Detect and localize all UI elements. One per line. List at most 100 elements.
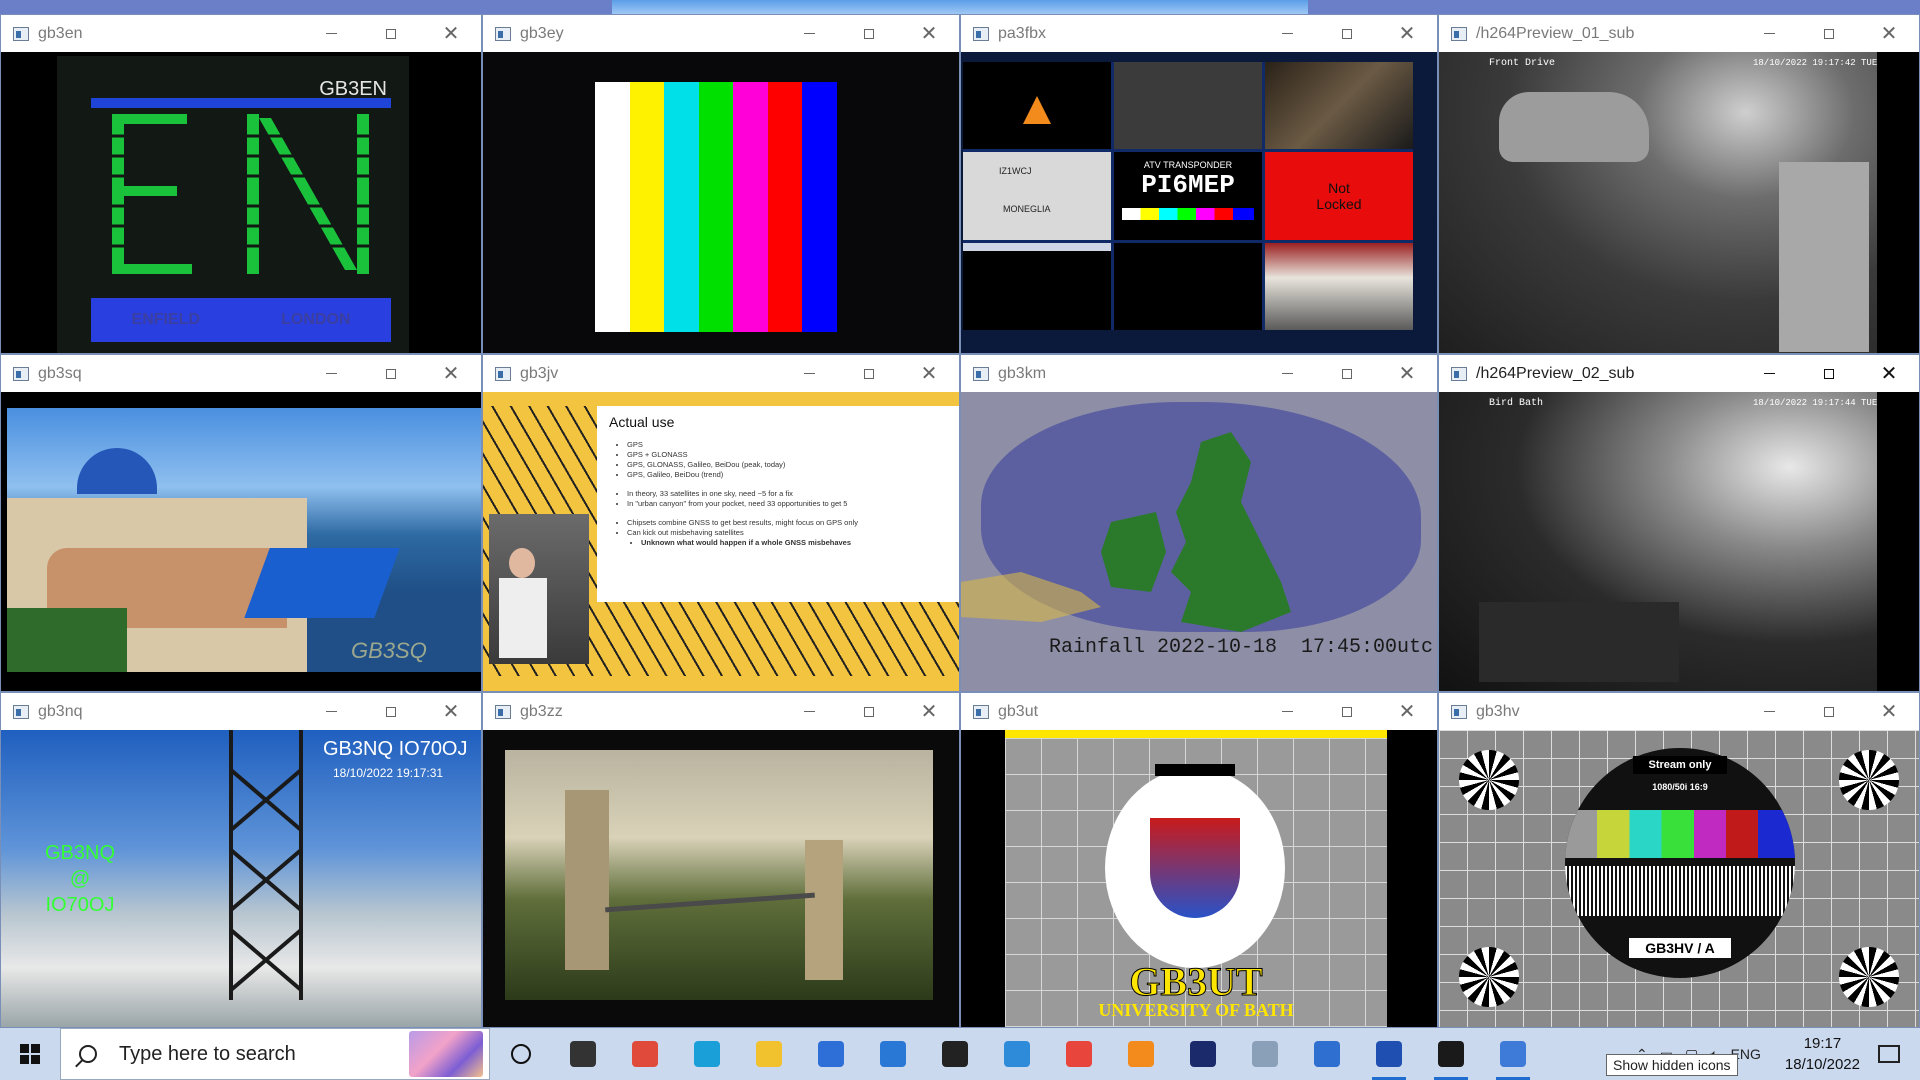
title-bar[interactable]: gb3sq ✕ xyxy=(1,355,481,392)
maximize-button[interactable] xyxy=(839,355,899,392)
title-bar[interactable]: /h264Preview_01_sub ✕ xyxy=(1439,15,1919,52)
taskbar-app-task-view[interactable] xyxy=(552,1028,614,1080)
taskbar-app-ndi[interactable] xyxy=(1172,1028,1234,1080)
close-button[interactable]: ✕ xyxy=(1377,355,1437,392)
maximize-button[interactable] xyxy=(1799,355,1859,392)
close-button[interactable]: ✕ xyxy=(899,355,959,392)
maximize-button[interactable] xyxy=(361,693,421,730)
window-gb3sq[interactable]: gb3sq ✕ GB3SQ xyxy=(0,354,482,692)
minimize-button[interactable] xyxy=(1739,355,1799,392)
window-gb3nq[interactable]: gb3nq ✕ GB3NQ IO70OJ 18/10/2022 19:17:31… xyxy=(0,692,482,1028)
title-bar[interactable]: gb3hv ✕ xyxy=(1439,693,1919,730)
taskbar-app-video[interactable] xyxy=(1358,1028,1420,1080)
maximize-button[interactable] xyxy=(1799,693,1859,730)
stream-timestamp: 18/10/2022 19:17:31 xyxy=(333,766,444,780)
window-gb3ey[interactable]: gb3ey ✕ xyxy=(482,14,960,354)
close-icon: ✕ xyxy=(1398,362,1416,385)
maximize-button[interactable] xyxy=(1799,15,1859,52)
speaker-video xyxy=(489,514,589,664)
taskbar-app-file-explorer[interactable] xyxy=(738,1028,800,1080)
color-bar xyxy=(629,82,665,332)
title-bar[interactable]: gb3ey ✕ xyxy=(483,15,959,52)
slide-bullet: Chipsets combine GNSS to get best result… xyxy=(627,518,947,528)
window-gb3zz[interactable]: gb3zz ✕ xyxy=(482,692,960,1028)
taskbar-app-viewer[interactable] xyxy=(1482,1028,1544,1080)
maximize-button[interactable] xyxy=(839,15,899,52)
search-highlight-image[interactable] xyxy=(409,1031,483,1077)
title-bar[interactable]: gb3ut ✕ xyxy=(961,693,1437,730)
window-pa3fbx[interactable]: pa3fbx ✕ IZ1WCJ MONEGLIA ATV TRANSPONDER… xyxy=(960,14,1438,354)
minimize-button[interactable] xyxy=(1739,693,1799,730)
taskbar-app-app-window[interactable] xyxy=(1296,1028,1358,1080)
title-bar[interactable]: /h264Preview_02_sub ✕ xyxy=(1439,355,1919,392)
taskbar-app-mail[interactable] xyxy=(862,1028,924,1080)
camera-timestamp: 18/10/2022 19:17:44 TUE xyxy=(1753,398,1878,408)
close-button[interactable]: ✕ xyxy=(899,693,959,730)
slide-bullet: Unknown what would happen if a whole GNS… xyxy=(641,538,947,548)
notification-center-icon[interactable] xyxy=(1878,1045,1900,1063)
maximize-button[interactable] xyxy=(1317,693,1377,730)
close-button[interactable]: ✕ xyxy=(1377,693,1437,730)
close-button[interactable]: ✕ xyxy=(1859,355,1919,392)
minimize-button[interactable] xyxy=(1257,15,1317,52)
taskbar-app-documents[interactable] xyxy=(1234,1028,1296,1080)
title-bar[interactable]: gb3jv ✕ xyxy=(483,355,959,392)
maximize-icon xyxy=(864,28,874,39)
taskbar-app-edge[interactable] xyxy=(676,1028,738,1080)
minimize-button[interactable] xyxy=(779,15,839,52)
test-card: Stream only 1080/50i 16:9 GB3HV / A xyxy=(1439,730,1919,1027)
minimize-button[interactable] xyxy=(1257,355,1317,392)
app-window-icon xyxy=(973,26,989,41)
taskbar-app-news[interactable] xyxy=(986,1028,1048,1080)
maximize-button[interactable] xyxy=(839,693,899,730)
close-button[interactable]: ✕ xyxy=(1859,693,1919,730)
title-bar[interactable]: gb3nq ✕ xyxy=(1,693,481,730)
slide-bullet: GPS, GLONASS, Galileo, BeiDou (peak, tod… xyxy=(627,460,947,470)
window-gb3en[interactable]: gb3en ✕ GB3EN ENFIELD LONDON xyxy=(0,14,482,354)
window-h264preview-01[interactable]: /h264Preview_01_sub ✕ Front Drive 18/10/… xyxy=(1438,14,1920,354)
minimize-button[interactable] xyxy=(1739,15,1799,52)
title-bar[interactable]: pa3fbx ✕ xyxy=(961,15,1437,52)
taskbar-app-vlc[interactable] xyxy=(1110,1028,1172,1080)
window-gb3jv[interactable]: gb3jv ✕ Actual use GPSGPS + GLONASSGPS, … xyxy=(482,354,960,692)
cortana-button[interactable] xyxy=(490,1028,552,1080)
minimize-button[interactable] xyxy=(1257,693,1317,730)
close-button[interactable]: ✕ xyxy=(421,355,481,392)
close-button[interactable]: ✕ xyxy=(899,15,959,52)
minimize-button[interactable] xyxy=(779,693,839,730)
taskbar-app-store-grid[interactable] xyxy=(614,1028,676,1080)
close-button[interactable]: ✕ xyxy=(1377,15,1437,52)
close-button[interactable]: ✕ xyxy=(421,693,481,730)
minimize-button[interactable] xyxy=(779,355,839,392)
minimize-button[interactable] xyxy=(301,693,361,730)
close-icon: ✕ xyxy=(442,362,460,385)
taskbar-app-chrome[interactable] xyxy=(1048,1028,1110,1080)
slide-heading: Actual use xyxy=(609,414,675,430)
taskbar-search-box[interactable]: Type here to search xyxy=(60,1028,490,1080)
minimize-button[interactable] xyxy=(301,15,361,52)
maximize-button[interactable] xyxy=(361,15,421,52)
title-bar[interactable]: gb3zz ✕ xyxy=(483,693,959,730)
window-gb3km[interactable]: gb3km ✕ Rainfall 2022-10-18 17:45:00utc xyxy=(960,354,1438,692)
close-button[interactable]: ✕ xyxy=(421,15,481,52)
window-gb3hv[interactable]: gb3hv ✕ Stream only 1080/50i 16:9 GB3HV … xyxy=(1438,692,1920,1028)
maximize-button[interactable] xyxy=(1317,355,1377,392)
parked-car xyxy=(1499,92,1649,162)
taskbar-app-terminal[interactable] xyxy=(1420,1028,1482,1080)
test-card-tile: IZ1WCJ MONEGLIA xyxy=(963,152,1111,240)
maximize-button[interactable] xyxy=(1317,15,1377,52)
taskbar-app-microsoft-store[interactable] xyxy=(800,1028,862,1080)
taskbar-app-dell[interactable] xyxy=(924,1028,986,1080)
window-h264preview-02[interactable]: /h264Preview_02_sub ✕ Bird Bath 18/10/20… xyxy=(1438,354,1920,692)
app-window-icon xyxy=(973,366,989,381)
clock[interactable]: 19:17 18/10/2022 xyxy=(1785,1033,1860,1075)
close-button[interactable]: ✕ xyxy=(1859,15,1919,52)
clock-time: 19:17 xyxy=(1803,1035,1842,1052)
window-gb3ut[interactable]: gb3ut ✕ GB3UT UNIVERSITY OF BATH xyxy=(960,692,1438,1028)
start-button[interactable] xyxy=(0,1028,60,1080)
maximize-button[interactable] xyxy=(361,355,421,392)
minimize-button[interactable] xyxy=(301,355,361,392)
maximize-icon xyxy=(386,706,396,717)
title-bar[interactable]: gb3en ✕ xyxy=(1,15,481,52)
title-bar[interactable]: gb3km ✕ xyxy=(961,355,1437,392)
